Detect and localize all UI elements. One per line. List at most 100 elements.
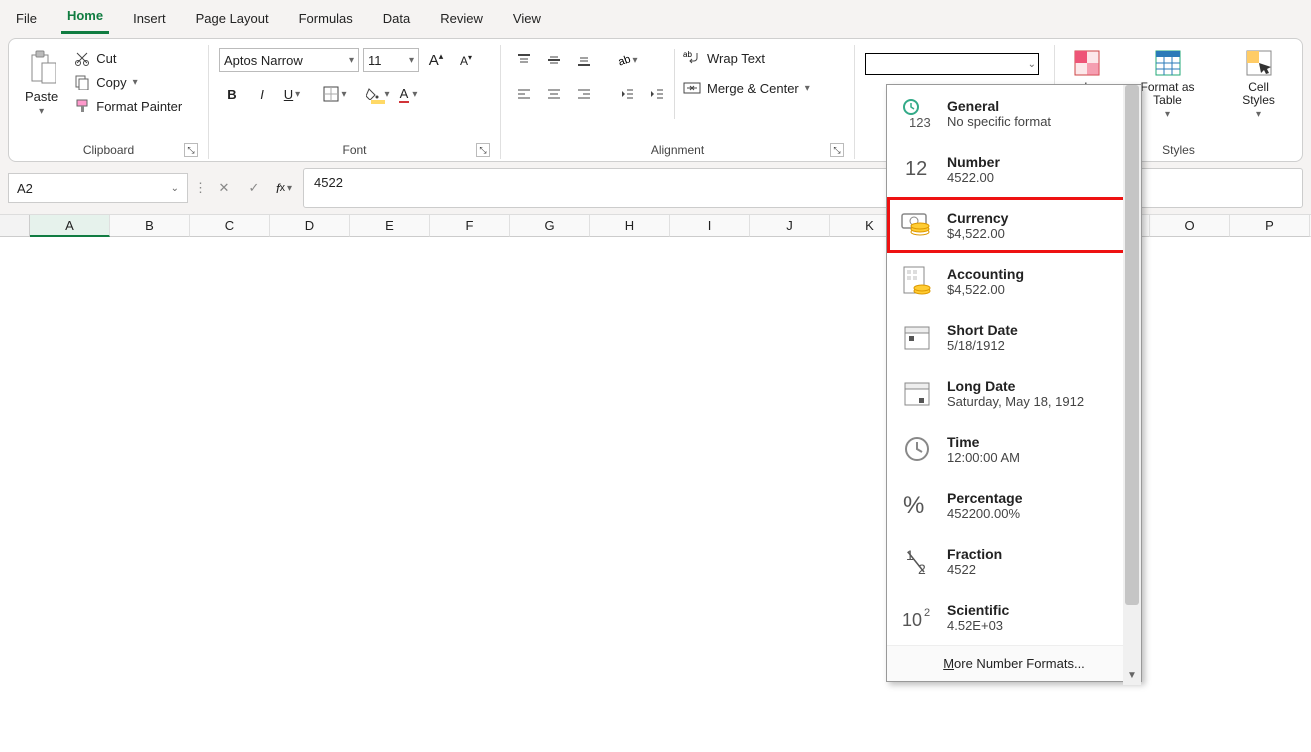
format-option-accounting[interactable]: Accounting $4,522.00 bbox=[887, 253, 1141, 309]
scroll-down-arrow[interactable]: ▼ bbox=[1127, 670, 1137, 681]
borders-button[interactable]: ▾ bbox=[322, 81, 348, 107]
more-number-formats[interactable]: More Number Formats... bbox=[887, 645, 1141, 681]
align-left-button[interactable] bbox=[511, 81, 537, 107]
format-name: Short Date bbox=[947, 322, 1018, 338]
format-name: Accounting bbox=[947, 266, 1024, 282]
format-option-time[interactable]: Time12:00:00 AM bbox=[887, 421, 1141, 477]
align-top-button[interactable] bbox=[511, 47, 537, 73]
copy-label: Copy bbox=[96, 75, 126, 90]
decrease-font-button[interactable]: A▾ bbox=[453, 47, 479, 73]
number-format-select[interactable]: ⌄ bbox=[865, 53, 1039, 75]
col-header[interactable]: P bbox=[1230, 215, 1310, 237]
align-bottom-button[interactable] bbox=[571, 47, 597, 73]
col-header[interactable]: O bbox=[1150, 215, 1230, 237]
paste-button[interactable]: Paste ▾ bbox=[19, 47, 64, 119]
border-icon bbox=[323, 86, 339, 102]
copy-button[interactable]: Copy ▾ bbox=[70, 71, 186, 93]
tab-page-layout[interactable]: Page Layout bbox=[190, 7, 275, 34]
tab-review[interactable]: Review bbox=[434, 7, 489, 34]
col-header[interactable]: D bbox=[270, 215, 350, 237]
dropdown-scrollbar[interactable]: ▼ bbox=[1123, 85, 1141, 685]
cut-button[interactable]: Cut bbox=[70, 47, 186, 69]
tab-file[interactable]: File bbox=[10, 7, 43, 34]
wrap-text-button[interactable]: ab Wrap Text bbox=[679, 47, 814, 69]
time-icon bbox=[899, 431, 935, 467]
currency-icon bbox=[899, 207, 935, 243]
format-option-number[interactable]: 12 Number4522.00 bbox=[887, 141, 1141, 197]
align-center-button[interactable] bbox=[541, 81, 567, 107]
format-option-fraction[interactable]: 12 Fraction4522 bbox=[887, 533, 1141, 589]
col-header[interactable]: A bbox=[30, 215, 110, 237]
format-name: Percentage bbox=[947, 490, 1022, 506]
col-header[interactable]: I bbox=[670, 215, 750, 237]
format-name: Long Date bbox=[947, 378, 1084, 394]
table-icon bbox=[1154, 49, 1182, 77]
format-option-shortdate[interactable]: Short Date5/18/1912 bbox=[887, 309, 1141, 365]
chevron-down-icon: ⌄ bbox=[1028, 59, 1036, 70]
cancel-formula-button[interactable]: ✕ bbox=[211, 175, 237, 201]
paintbrush-icon bbox=[74, 98, 90, 114]
bucket-icon bbox=[366, 88, 380, 100]
col-header[interactable]: C bbox=[190, 215, 270, 237]
general-icon: 123 bbox=[899, 95, 935, 131]
col-header[interactable]: H bbox=[590, 215, 670, 237]
name-box[interactable]: A2⌄ bbox=[8, 173, 188, 203]
percent-icon: % bbox=[899, 487, 935, 523]
fx-button[interactable]: fx▾ bbox=[271, 175, 297, 201]
tab-data[interactable]: Data bbox=[377, 7, 416, 34]
fill-color-button[interactable]: ▾ bbox=[365, 81, 391, 107]
col-header[interactable]: G bbox=[510, 215, 590, 237]
format-example: 12:00:00 AM bbox=[947, 450, 1020, 465]
font-color-button[interactable]: A▾ bbox=[395, 81, 421, 107]
format-painter-label: Format Painter bbox=[96, 99, 182, 114]
tab-formulas[interactable]: Formulas bbox=[293, 7, 359, 34]
col-header[interactable]: J bbox=[750, 215, 830, 237]
col-header[interactable]: E bbox=[350, 215, 430, 237]
font-name-select[interactable]: Aptos Narrow▾ bbox=[219, 48, 359, 72]
indent-icon bbox=[649, 86, 665, 102]
underline-button[interactable]: U▾ bbox=[279, 81, 305, 107]
clipboard-dialog-launcher[interactable]: ⤡ bbox=[184, 143, 198, 157]
cell-styles-button[interactable]: Cell Styles▾ bbox=[1225, 47, 1292, 122]
col-header[interactable]: F bbox=[430, 215, 510, 237]
scroll-thumb[interactable] bbox=[1125, 85, 1139, 605]
increase-font-button[interactable]: A▴ bbox=[423, 47, 449, 73]
format-painter-button[interactable]: Format Painter bbox=[70, 95, 186, 117]
format-option-scientific[interactable]: 102 Scientific4.52E+03 bbox=[887, 589, 1141, 645]
format-name: Number bbox=[947, 154, 1000, 170]
tab-view[interactable]: View bbox=[507, 7, 547, 34]
format-option-longdate[interactable]: Long DateSaturday, May 18, 1912 bbox=[887, 365, 1141, 421]
font-dialog-launcher[interactable]: ⤡ bbox=[476, 143, 490, 157]
tab-home[interactable]: Home bbox=[61, 4, 109, 34]
longdate-icon bbox=[899, 375, 935, 411]
merge-center-button[interactable]: Merge & Center ▾ bbox=[679, 77, 814, 99]
bold-button[interactable]: B bbox=[219, 81, 245, 107]
svg-text:10: 10 bbox=[902, 610, 922, 630]
orientation-button[interactable]: ab▾ bbox=[614, 47, 640, 73]
decrease-indent-button[interactable] bbox=[614, 81, 640, 107]
enter-formula-button[interactable]: ✓ bbox=[241, 175, 267, 201]
chevron-down-icon: ▾ bbox=[133, 77, 138, 88]
format-option-currency[interactable]: Currency$4,522.00 bbox=[887, 197, 1141, 253]
format-option-general[interactable]: 123 GeneralNo specific format bbox=[887, 85, 1141, 141]
cut-label: Cut bbox=[96, 51, 116, 66]
format-name: Currency bbox=[947, 210, 1008, 226]
col-header[interactable]: B bbox=[110, 215, 190, 237]
svg-text:2: 2 bbox=[924, 607, 930, 619]
font-size-select[interactable]: 11▾ bbox=[363, 48, 419, 72]
outdent-icon bbox=[619, 86, 635, 102]
scientific-icon: 102 bbox=[899, 599, 935, 635]
tab-insert[interactable]: Insert bbox=[127, 7, 172, 34]
format-option-percent[interactable]: % Percentage452200.00% bbox=[887, 477, 1141, 533]
italic-button[interactable]: I bbox=[249, 81, 275, 107]
format-example: No specific format bbox=[947, 114, 1051, 129]
number-icon: 12 bbox=[899, 151, 935, 187]
align-middle-button[interactable] bbox=[541, 47, 567, 73]
increase-indent-button[interactable] bbox=[644, 81, 670, 107]
alignment-dialog-launcher[interactable]: ⤡ bbox=[830, 143, 844, 157]
align-right-button[interactable] bbox=[571, 81, 597, 107]
scissors-icon bbox=[74, 50, 90, 66]
formula-input[interactable]: 4522 bbox=[303, 168, 1303, 208]
conditional-format-icon bbox=[1073, 49, 1101, 77]
format-example: Saturday, May 18, 1912 bbox=[947, 394, 1084, 409]
